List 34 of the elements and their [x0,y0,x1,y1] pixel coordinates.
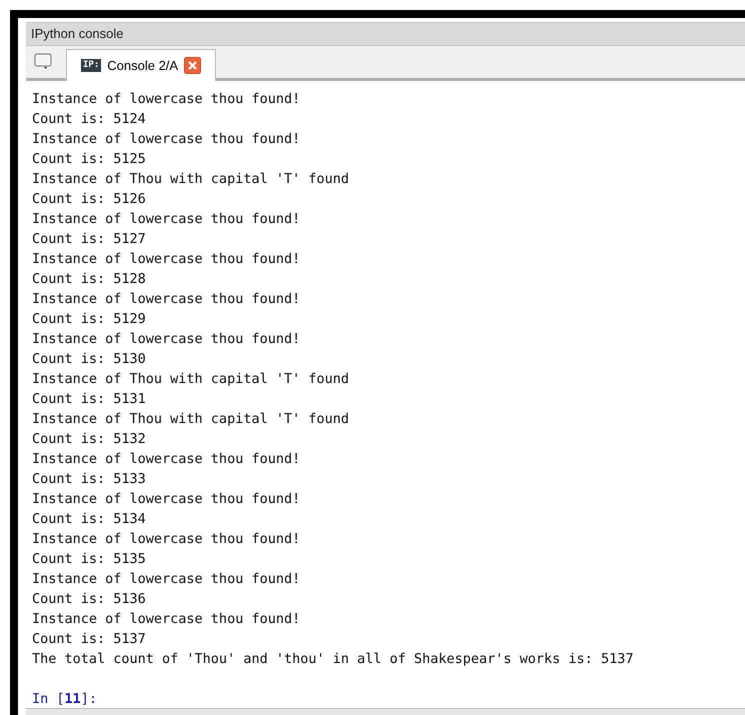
close-icon[interactable] [184,57,202,74]
output-line: Instance of lowercase thou found! [32,570,300,589]
output-line: Instance of Thou with capital 'T' found [32,410,349,429]
output-line: Count is: 5124 [32,110,146,129]
output-line: Instance of Thou with capital 'T' found [32,370,349,389]
output-line: Count is: 5126 [32,190,146,209]
output-line: Instance of lowercase thou found! [32,90,300,109]
output-line: Count is: 5132 [32,430,146,449]
console-tab[interactable]: IP: Console 2/A [66,49,216,81]
output-line: Instance of Thou with capital 'T' found [32,170,349,189]
output-line: Instance of lowercase thou found! [32,250,300,269]
input-prompt[interactable]: In [11]: [32,689,98,708]
output-line: Instance of lowercase thou found! [32,530,300,549]
output-line: Instance of lowercase thou found! [32,450,300,469]
output-line: Count is: 5127 [32,230,146,249]
output-line: Instance of lowercase thou found! [32,610,300,629]
output-line: Instance of lowercase thou found! [32,130,300,149]
ipython-badge: IP: [81,58,102,72]
output-line: Instance of lowercase thou found! [32,490,300,509]
output-line: Count is: 5137 [32,630,146,649]
output-line: Count is: 5128 [32,270,146,289]
output-line: Count is: 5135 [32,550,146,569]
output-line: Count is: 5136 [32,590,146,609]
panel-title: IPython console [31,25,124,44]
output-line: Count is: 5133 [32,470,146,489]
output-line: Count is: 5125 [32,150,146,169]
output-line: Count is: 5130 [32,350,146,369]
output-line: The total count of 'Thou' and 'thou' in all of Shakespear's works is: 5137 [32,650,634,669]
output-line: Instance of lowercase thou found! [32,210,300,229]
output-line: Count is: 5134 [32,510,146,529]
output-line: Instance of lowercase thou found! [32,330,300,349]
output-line: Count is: 5129 [32,310,146,329]
output-line: Count is: 5131 [32,390,146,409]
output-line: Instance of lowercase thou found! [32,290,300,309]
